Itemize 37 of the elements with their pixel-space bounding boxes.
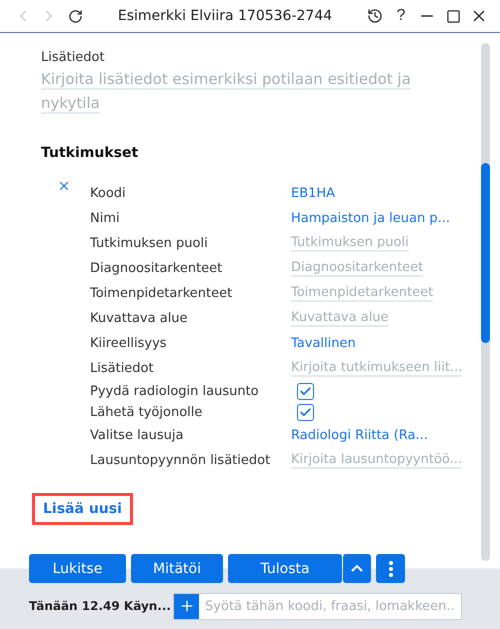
field-label: Nimi [90,211,121,226]
check-icon [299,406,312,419]
status-text: Tänään 12.49 Käyn... [29,599,172,613]
field-value[interactable]: Radiologi Riitta (Ra... [291,428,428,443]
field-label: Diagnoositarkenteet [90,261,224,276]
add-new-link[interactable]: Lisää uusi [32,493,133,525]
add-button[interactable] [174,594,199,618]
field-value[interactable]: EB1HA [291,186,336,201]
field-label: Kuvattava alue [90,311,189,326]
command-field[interactable]: Syötä tähän koodi, fraasi, lomakkeen... [173,592,462,620]
scrollbar[interactable] [481,43,490,561]
field-label: Tutkimuksen puoli [90,236,209,251]
remove-icon[interactable] [57,179,71,193]
check-icon [299,385,312,398]
caret-icon [351,565,363,572]
field-label: Kiireellisyys [90,336,168,351]
field-label: Koodi [90,186,127,201]
field-label: Pyydä radiologin lausunto [90,384,260,399]
field-value[interactable]: Hampaiston ja leuan p... [291,211,450,226]
checkbox[interactable] [297,404,314,421]
more-button[interactable] [376,554,405,583]
section-title: Tutkimukset [41,145,140,161]
field-label: Toimenpidetarkenteet [90,286,234,301]
field-label: Lausuntopyynnön lisätiedot [90,453,272,468]
checkbox[interactable] [297,383,314,400]
action-button[interactable]: Lukitse [29,554,126,583]
print-button[interactable]: Tulosta [228,554,342,583]
field-label: Lisätiedot [41,50,106,65]
plus-icon [178,598,194,614]
expand-button[interactable] [343,554,371,583]
field-label: Valitse lausuja [90,428,184,443]
field-value[interactable]: Tavallinen [291,336,356,351]
more-icon [388,560,392,576]
action-button[interactable]: Mitätöi [131,554,223,583]
field-label: Lisätiedot [90,361,155,376]
window-title: Esimerkki Elviira 170536-2744 [116,8,334,24]
field-label: Lähetä työjonolle [90,405,204,420]
